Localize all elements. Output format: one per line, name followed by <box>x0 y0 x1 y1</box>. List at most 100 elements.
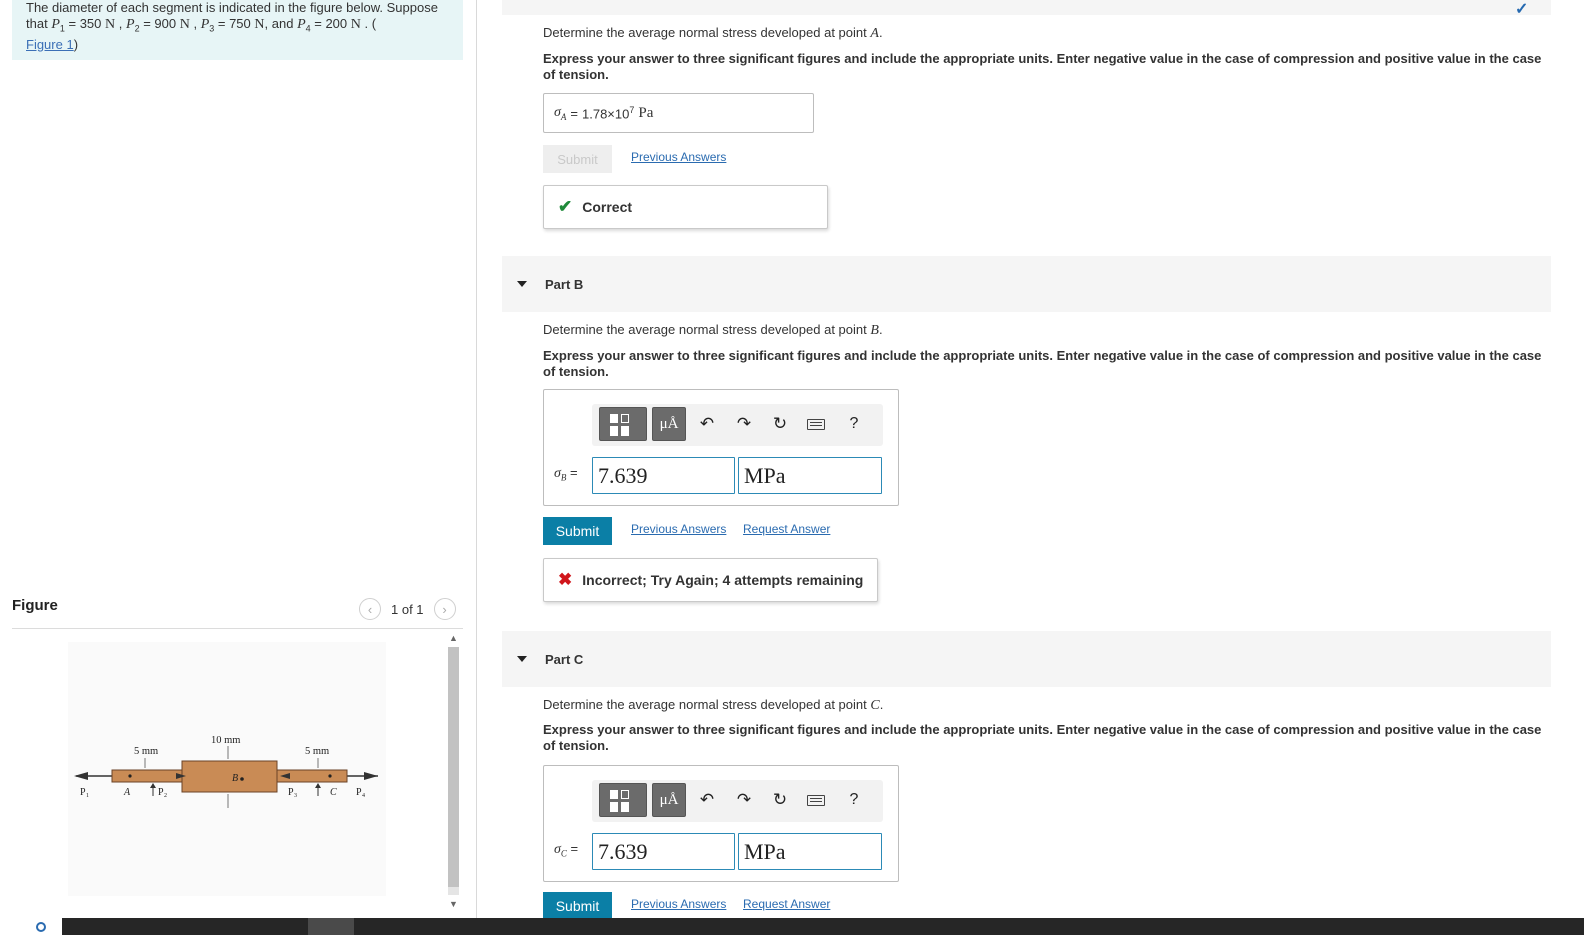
taskbar <box>0 918 1584 935</box>
question-text: Determine the average normal stress deve… <box>543 25 867 40</box>
reset-icon[interactable]: ↻ <box>769 413 791 435</box>
right-dia-label: 5 mm <box>305 746 329 757</box>
redo-icon[interactable]: ↷ <box>733 413 755 435</box>
problem-line-1: The diameter of each segment is indicate… <box>26 0 438 15</box>
equals-sign: = <box>570 105 578 121</box>
p1-arrowhead <box>74 772 88 780</box>
math-toolbar: μÅ ↶ ↷ ↻ ? <box>592 780 883 822</box>
units-symbols-button[interactable]: μÅ <box>652 783 686 817</box>
and-text: , and <box>264 16 294 31</box>
figure-link[interactable]: Figure 1 <box>26 37 74 52</box>
part-b-title: Part B <box>545 276 584 292</box>
part-b-value-input[interactable]: 7.639 <box>592 457 735 494</box>
keyboard-icon[interactable] <box>805 789 827 811</box>
period: . <box>879 697 884 712</box>
mid-dia-label: 10 mm <box>211 735 240 746</box>
part-c-previous-answers-link[interactable]: Previous Answers <box>631 897 726 911</box>
label-p4-sub: 4 <box>362 793 365 799</box>
collapse-caret-icon[interactable] <box>517 281 527 287</box>
right-pane: ✓ Determine the average normal stress de… <box>477 0 1584 935</box>
templates-icon[interactable] <box>599 407 647 441</box>
p4-arrowhead <box>364 772 378 780</box>
help-icon[interactable]: ? <box>843 789 865 811</box>
part-b-header[interactable]: Part B <box>502 256 1551 312</box>
part-c-answer-editor: μÅ ↶ ↷ ↻ ? σC = 7.639 MPa <box>543 765 899 882</box>
p4-var: P <box>297 17 306 32</box>
part-a-feedback: ✔ Correct <box>543 185 828 229</box>
prev-figure-button[interactable]: ‹ <box>359 598 381 620</box>
point-label: B <box>870 323 879 338</box>
part-b-request-answer-link[interactable]: Request Answer <box>743 522 830 536</box>
part-c-unit-input[interactable]: MPa <box>738 833 882 870</box>
label-p3-sub: 3 <box>294 793 297 799</box>
paren-close: ) <box>73 36 79 52</box>
figure-pager: ‹ 1 of 1 › <box>359 597 456 621</box>
scroll-thumb[interactable] <box>448 647 459 887</box>
label-p1-sub: 1 <box>86 793 89 799</box>
p4-unit: N <box>350 17 361 32</box>
point-b <box>240 777 244 781</box>
help-icon[interactable]: ? <box>843 413 865 435</box>
figure-divider <box>12 628 463 629</box>
answer-symbol: σB = <box>554 465 578 483</box>
point-label: A <box>870 26 879 41</box>
scroll-down-icon[interactable]: ▼ <box>445 897 462 911</box>
part-a-question: Determine the average normal stress deve… <box>543 25 883 42</box>
part-a-answer: σA = 1.78×107 Pa <box>543 93 814 133</box>
pager-count: 1 of 1 <box>391 601 424 617</box>
figure-scrollbar[interactable]: ▲ ▼ <box>445 631 462 913</box>
part-b-feedback: ✖ Incorrect; Try Again; 4 attempts remai… <box>543 558 878 602</box>
answer-value: 1.78×107 <box>582 104 635 122</box>
undo-icon[interactable]: ↶ <box>696 413 718 435</box>
part-b-unit-input[interactable]: MPa <box>738 457 882 494</box>
templates-icon[interactable] <box>599 783 647 817</box>
left-pane: The diameter of each segment is indicate… <box>0 0 476 935</box>
part-c-submit-button[interactable]: Submit <box>543 892 612 920</box>
redo-icon[interactable]: ↷ <box>733 789 755 811</box>
part-b-previous-answers-link[interactable]: Previous Answers <box>631 522 726 536</box>
point-c <box>328 774 332 778</box>
next-figure-button[interactable]: › <box>433 598 456 620</box>
p1-unit: N <box>105 17 116 32</box>
part-a-header[interactable] <box>502 0 1551 15</box>
reset-icon[interactable]: ↻ <box>769 789 791 811</box>
p2-value: = 900 <box>139 16 180 31</box>
p1-value: = 350 <box>64 16 106 31</box>
taskbar-start-area[interactable] <box>0 918 62 935</box>
taskbar-active-item[interactable] <box>308 918 354 935</box>
part-c-header[interactable]: Part C <box>502 631 1551 687</box>
part-b-submit-button[interactable]: Submit <box>543 517 612 545</box>
p3-var: P <box>200 17 210 32</box>
feedback-text: Correct <box>582 199 633 215</box>
left-dia-label: 5 mm <box>134 746 158 757</box>
part-a-previous-answers-link[interactable]: Previous Answers <box>631 150 726 164</box>
figure-image: 5 mm 10 mm 5 mm B P 1 A P 2 P 3 C P 4 <box>68 642 386 896</box>
p3-arrowhead <box>315 783 321 788</box>
left-segment <box>111 769 183 783</box>
math-toolbar: μÅ ↶ ↷ ↻ ? <box>592 404 883 446</box>
point-label: C <box>870 698 880 713</box>
search-icon[interactable] <box>36 922 46 932</box>
problem-text: that <box>26 16 48 31</box>
p2-arrowhead <box>150 783 156 788</box>
collapse-caret-icon[interactable] <box>517 656 527 662</box>
answer-unit: Pa <box>638 104 654 121</box>
bar-diagram: 5 mm 10 mm 5 mm B P 1 A P 2 P 3 C P 4 <box>74 735 378 808</box>
p1-var: P <box>51 17 60 32</box>
p3-value: = 750 <box>214 16 255 31</box>
part-c-value-input[interactable]: 7.639 <box>592 833 735 870</box>
label-a: A <box>123 787 131 798</box>
p3-unit: N <box>254 17 265 32</box>
units-symbols-button[interactable]: μÅ <box>652 407 686 441</box>
part-c-request-answer-link[interactable]: Request Answer <box>743 897 830 911</box>
label-c: C <box>330 787 337 798</box>
period: . <box>878 322 883 337</box>
p4-value: = 200 <box>310 16 351 31</box>
keyboard-icon[interactable] <box>805 413 827 435</box>
part-c-title: Part C <box>545 651 584 667</box>
label-p2-sub: 2 <box>164 793 167 799</box>
undo-icon[interactable]: ↶ <box>696 789 718 811</box>
middle-segment <box>181 760 278 793</box>
check-icon: ✔ <box>558 197 573 216</box>
scroll-up-icon[interactable]: ▲ <box>445 631 462 645</box>
